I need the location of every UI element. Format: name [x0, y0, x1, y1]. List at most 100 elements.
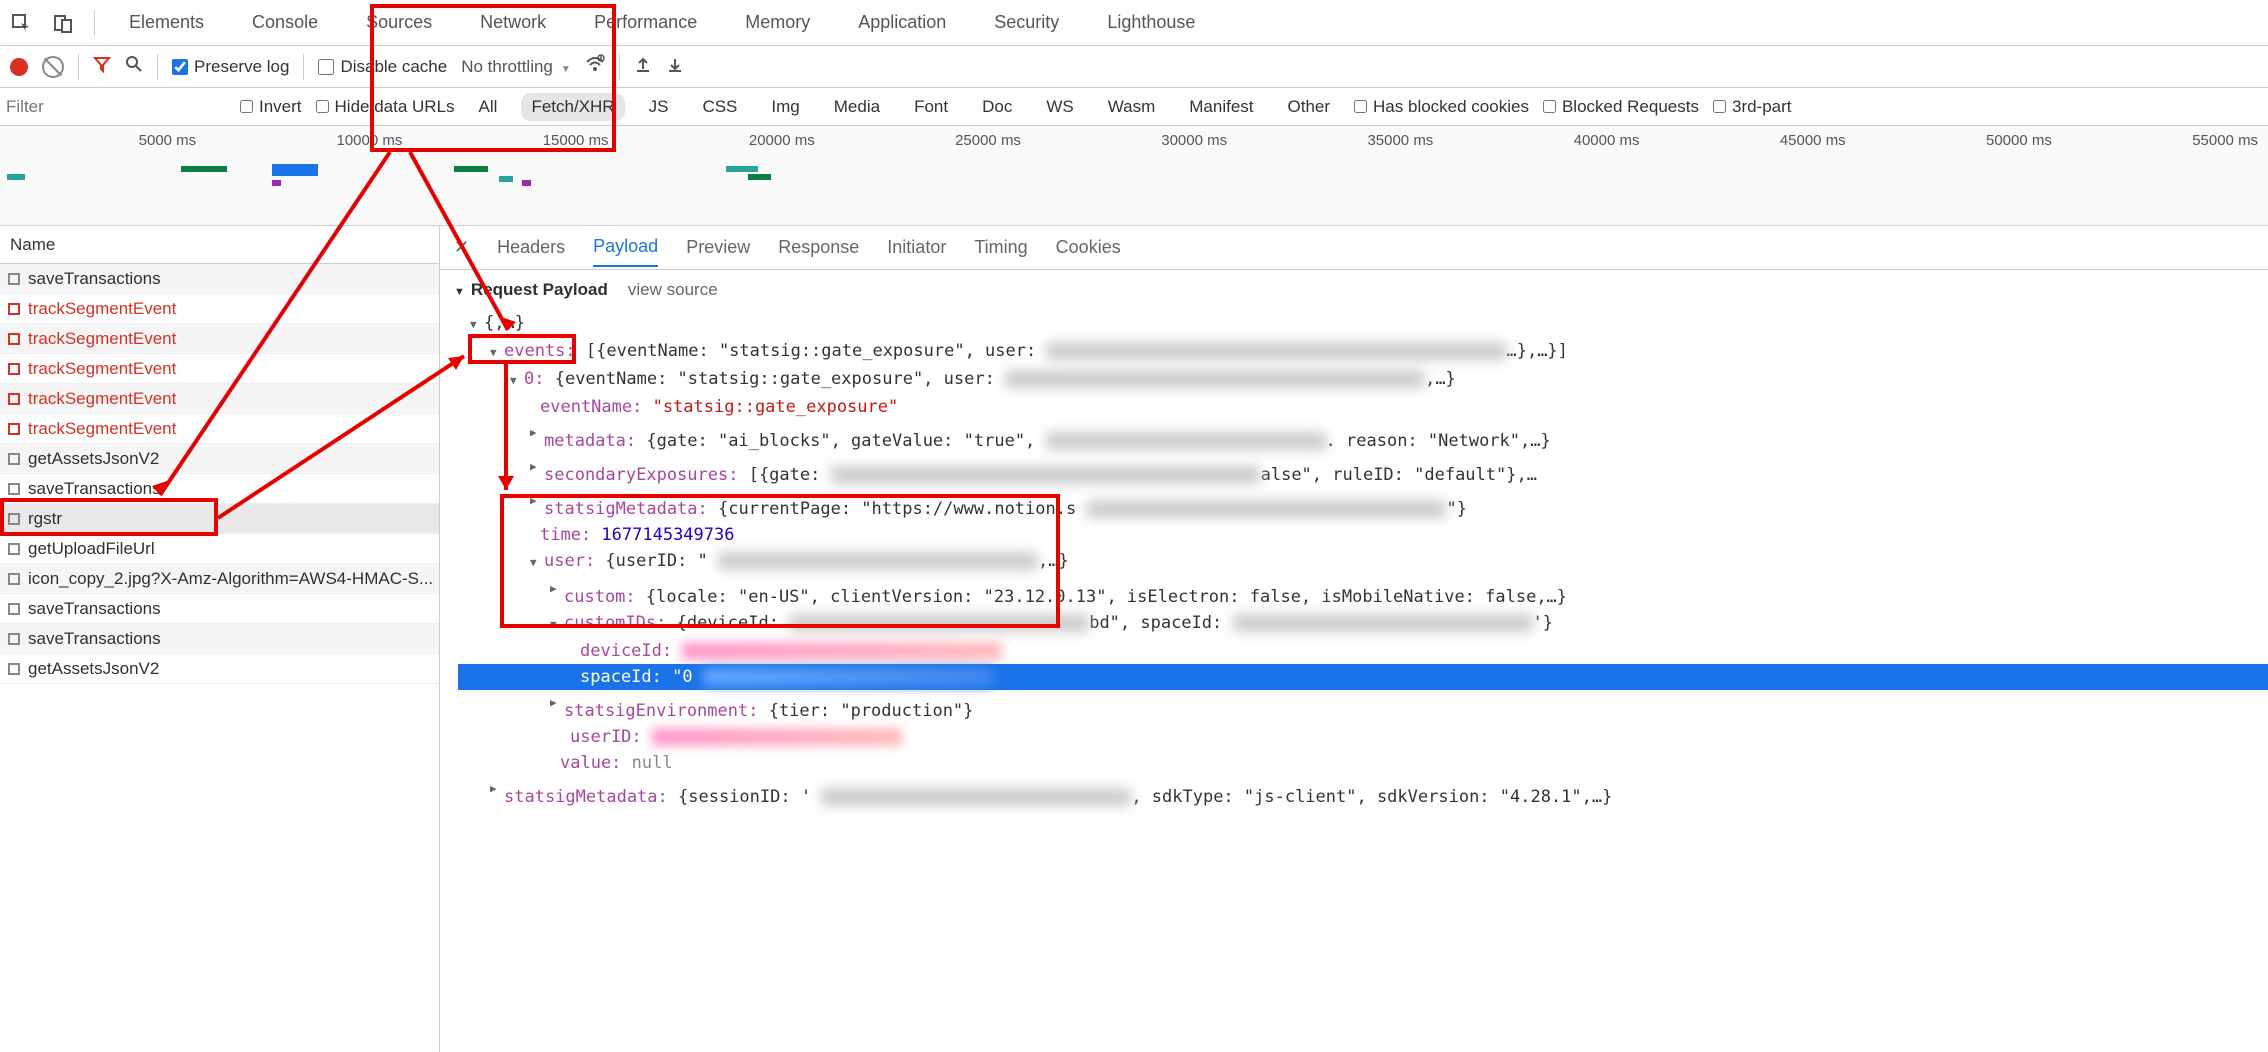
request-row[interactable]: saveTransactions	[0, 474, 439, 504]
payload-tree: {,…} events: [{eventName: "statsig::gate…	[440, 310, 2268, 810]
tree-row[interactable]: secondaryExposures: [{gate: alse", ruleI…	[458, 454, 2268, 488]
search-icon[interactable]	[125, 55, 143, 78]
hide-data-urls-checkbox[interactable]: Hide data URLs	[316, 97, 455, 117]
request-name: trackSegmentEvent	[28, 299, 176, 319]
request-name: trackSegmentEvent	[28, 389, 176, 409]
blocked-requests-checkbox[interactable]: Blocked Requests	[1543, 97, 1699, 117]
tree-row[interactable]: {,…}	[458, 310, 2268, 338]
tab-payload[interactable]: Payload	[593, 228, 658, 267]
request-row[interactable]: saveTransactions	[0, 624, 439, 654]
type-js[interactable]: JS	[639, 93, 679, 121]
filter-input[interactable]	[6, 94, 226, 120]
divider	[78, 54, 79, 80]
type-fetch-xhr[interactable]: Fetch/XHR	[521, 93, 624, 121]
tree-row[interactable]: customIDs: {deviceId: bd", spaceId: '}	[458, 610, 2268, 638]
tree-row[interactable]: statsigMetadata: {currentPage: "https://…	[458, 488, 2268, 522]
tree-row[interactable]: value: null	[458, 750, 2268, 776]
device-toggle-icon[interactable]	[52, 12, 74, 34]
type-doc[interactable]: Doc	[972, 93, 1022, 121]
request-type-icon	[8, 543, 20, 555]
invert-checkbox[interactable]: Invert	[240, 97, 302, 117]
third-party-checkbox[interactable]: 3rd-part	[1713, 97, 1792, 117]
tab-elements[interactable]: Elements	[115, 2, 218, 43]
payload-section-header[interactable]: Request Payload view source	[440, 270, 2268, 310]
tab-initiator[interactable]: Initiator	[887, 229, 946, 266]
tree-row[interactable]: time: 1677145349736	[458, 522, 2268, 548]
tree-row[interactable]: custom: {locale: "en-US", clientVersion:…	[458, 576, 2268, 610]
record-button[interactable]	[10, 58, 28, 76]
upload-har-icon[interactable]	[634, 55, 652, 78]
request-row[interactable]: icon_copy_2.jpg?X-Amz-Algorithm=AWS4-HMA…	[0, 564, 439, 594]
request-row[interactable]: rgstr	[0, 504, 439, 534]
tab-lighthouse[interactable]: Lighthouse	[1093, 2, 1209, 43]
tab-application[interactable]: Application	[844, 2, 960, 43]
request-row[interactable]: trackSegmentEvent	[0, 294, 439, 324]
tab-preview[interactable]: Preview	[686, 229, 750, 266]
timeline-tick: 10000 ms	[206, 132, 412, 149]
tab-console[interactable]: Console	[238, 2, 332, 43]
inspect-icon[interactable]	[10, 12, 32, 34]
filter-bar: Invert Hide data URLs All Fetch/XHR JS C…	[0, 88, 2268, 126]
tree-row[interactable]: statsigEnvironment: {tier: "production"}	[458, 690, 2268, 724]
request-row[interactable]: saveTransactions	[0, 264, 439, 294]
close-detail-icon[interactable]: ✕	[454, 237, 469, 258]
type-wasm[interactable]: Wasm	[1098, 93, 1166, 121]
tab-headers[interactable]: Headers	[497, 229, 565, 266]
type-other[interactable]: Other	[1278, 93, 1341, 121]
timeline-tick: 45000 ms	[1650, 132, 1856, 149]
tree-row[interactable]: deviceId:	[458, 638, 2268, 664]
request-row[interactable]: getAssetsJsonV2	[0, 444, 439, 474]
timeline-tick: 20000 ms	[619, 132, 825, 149]
tree-row[interactable]: 0: {eventName: "statsig::gate_exposure",…	[458, 366, 2268, 394]
request-list-header[interactable]: Name	[0, 226, 439, 264]
tree-row-user[interactable]: user: {userID: " ,…}	[458, 548, 2268, 576]
request-row[interactable]: saveTransactions	[0, 594, 439, 624]
request-row[interactable]: getUploadFileUrl	[0, 534, 439, 564]
tree-row-spaceid[interactable]: spaceId: "0	[458, 664, 2268, 690]
network-toolbar: Preserve log Disable cache No throttling	[0, 46, 2268, 88]
type-css[interactable]: CSS	[692, 93, 747, 121]
request-name: trackSegmentEvent	[28, 359, 176, 379]
request-row[interactable]: trackSegmentEvent	[0, 414, 439, 444]
tab-timing[interactable]: Timing	[974, 229, 1027, 266]
tree-row[interactable]: statsigMetadata: {sessionID: ' , sdkType…	[458, 776, 2268, 810]
type-media[interactable]: Media	[824, 93, 890, 121]
request-row[interactable]: trackSegmentEvent	[0, 354, 439, 384]
preserve-log-checkbox[interactable]: Preserve log	[172, 57, 289, 77]
throttling-select[interactable]: No throttling	[461, 57, 571, 77]
timeline-overview[interactable]: 5000 ms 10000 ms 15000 ms 20000 ms 25000…	[0, 126, 2268, 226]
download-har-icon[interactable]	[666, 55, 684, 78]
tab-network[interactable]: Network	[466, 2, 560, 43]
network-conditions-icon[interactable]	[585, 54, 605, 79]
tree-row-events[interactable]: events: [{eventName: "statsig::gate_expo…	[458, 338, 2268, 366]
clear-button[interactable]	[42, 56, 64, 78]
type-font[interactable]: Font	[904, 93, 958, 121]
tree-row[interactable]: eventName: "statsig::gate_exposure"	[458, 394, 2268, 420]
request-name: saveTransactions	[28, 479, 161, 499]
request-row[interactable]: trackSegmentEvent	[0, 324, 439, 354]
type-ws[interactable]: WS	[1036, 93, 1083, 121]
request-type-icon	[8, 453, 20, 465]
view-source-link[interactable]: view source	[628, 280, 718, 300]
has-blocked-cookies-checkbox[interactable]: Has blocked cookies	[1354, 97, 1529, 117]
request-type-icon	[8, 303, 20, 315]
tab-sources[interactable]: Sources	[352, 2, 446, 43]
tab-security[interactable]: Security	[980, 2, 1073, 43]
request-type-icon	[8, 603, 20, 615]
type-img[interactable]: Img	[761, 93, 809, 121]
tab-response[interactable]: Response	[778, 229, 859, 266]
request-name: rgstr	[28, 509, 62, 529]
request-row[interactable]: trackSegmentEvent	[0, 384, 439, 414]
tree-row[interactable]: userID:	[458, 724, 2268, 750]
timeline-tick: 25000 ms	[825, 132, 1031, 149]
tab-performance[interactable]: Performance	[580, 2, 711, 43]
type-manifest[interactable]: Manifest	[1179, 93, 1263, 121]
filter-icon[interactable]	[93, 55, 111, 78]
request-name: saveTransactions	[28, 269, 161, 289]
tree-row[interactable]: metadata: {gate: "ai_blocks", gateValue:…	[458, 420, 2268, 454]
disable-cache-checkbox[interactable]: Disable cache	[318, 57, 447, 77]
tab-memory[interactable]: Memory	[731, 2, 824, 43]
type-all[interactable]: All	[469, 93, 508, 121]
tab-cookies[interactable]: Cookies	[1056, 229, 1121, 266]
request-row[interactable]: getAssetsJsonV2	[0, 654, 439, 684]
